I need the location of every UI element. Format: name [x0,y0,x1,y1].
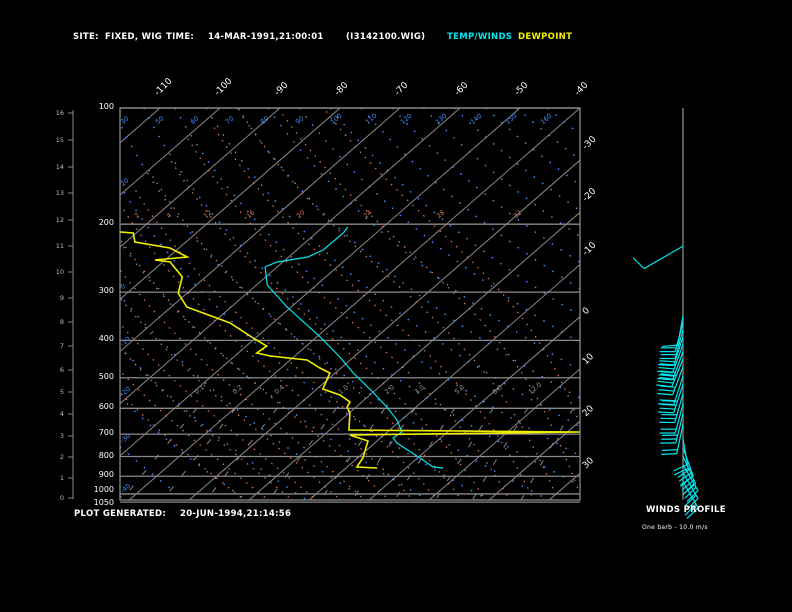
moist-adiabat-line [120,237,390,500]
dry-adiabat-line [0,108,6,502]
isotherm-line [428,368,580,500]
height-tick-label: 12 [55,216,64,224]
winds-profile-title: WINDS PROFILE [646,505,726,515]
wind-barb [658,411,674,414]
moist-adiabat-line [132,186,438,500]
wind-barb [657,392,673,396]
height-tick-label: 5 [59,388,64,396]
moist-adiabat-line [211,123,535,500]
wind-barb [632,257,645,270]
plot-generated-value: 20-JUN-1994,21:14:56 [180,509,292,519]
height-tick-label: 11 [55,242,64,250]
dry-adiabat-line [610,108,792,502]
isotherm-line [120,108,221,196]
skewt-window: SITE: FIXED, WIG TIME: 14-MAR-1991,21:00… [0,0,792,612]
isotherm-line [607,108,792,502]
height-tick-label: 7 [59,342,64,350]
wind-barb-shaft [643,245,684,270]
wind-barb [660,403,677,406]
isotherm-line [667,108,792,502]
wind-barb [661,453,677,456]
pressure-tick-label: 1000 [93,484,114,494]
dry-adiabat-line [329,108,580,317]
pressure-tick-label: 500 [98,371,114,381]
height-tick-label: 1 [59,474,64,482]
dry-adiabat-line [120,121,551,500]
pressure-tick-label: 400 [98,334,114,344]
height-tick-label: 2 [59,453,64,461]
height-tick-label: 0 [59,494,64,502]
barb-scale-note: One barb - 10.0 m/s [642,524,708,531]
mixing-ratio-line [471,408,529,500]
pressure-tick-label: 300 [98,286,114,296]
dry-adiabat-line [236,108,580,400]
dry-adiabat-line [360,108,580,290]
wind-barb [658,366,675,370]
isotherm-line [128,108,580,500]
isotherm-line [120,108,161,144]
isotherm-line [0,108,40,502]
wind-barb [659,407,675,410]
isotherm-line [248,211,580,500]
pressure-tick-label: 700 [98,428,114,438]
dry-adiabat-line [298,108,580,344]
dry-adiabat-line [267,108,580,372]
dry-adiabat-line [391,108,580,264]
wind-barb [659,385,676,388]
wind-barb [662,344,678,348]
wind-barb [657,380,674,384]
isotherm-line [120,108,461,405]
dry-adiabat-line [485,108,580,186]
isotherm-line [727,108,792,502]
wind-barb [662,449,678,452]
pressure-tick-label: 200 [98,218,114,228]
dry-adiabat-line [672,108,792,502]
dry-adiabat-line [120,345,308,500]
isotherm-line [488,420,580,500]
dry-adiabat-line [453,108,580,212]
pressure-tick-label: 600 [98,402,114,412]
wind-barb [658,389,675,392]
pressure-tick-label: 900 [98,470,114,480]
pressure-tick-label: 800 [98,450,114,460]
dry-adiabat-line [120,445,187,500]
temperature-line [264,226,444,469]
moist-adiabat-line [277,108,580,497]
dry-adiabat-line [578,108,580,110]
dry-adiabat-line [143,108,580,487]
moist-adiabat-line [323,108,580,426]
moist-adiabat-line [148,169,462,500]
wind-barb [661,400,678,403]
dry-adiabat-line [422,108,580,238]
height-tick-label: 15 [55,136,64,144]
height-tick-label: 14 [55,163,64,171]
mixing-ratio-line [319,408,386,500]
height-tick-label: 3 [59,432,64,440]
dewpoint-line [120,231,580,469]
wind-barb [659,360,675,363]
moist-adiabat-line [120,296,342,500]
plot-border [119,107,581,501]
moist-adiabat-line [187,138,511,500]
mixing-ratio-line [162,407,237,500]
height-axis [68,110,74,499]
height-tick-label: 13 [55,189,64,197]
height-tick-label: 16 [55,109,64,117]
height-tick-label: 9 [59,294,64,302]
height-tick-label: 10 [55,268,64,276]
height-tick-label: 8 [59,318,64,326]
height-tick-label: 6 [59,366,64,374]
plot-frame [119,107,581,503]
dry-adiabat-line [516,108,580,161]
isotherm-line [120,108,281,248]
moist-adiabat-line [237,108,559,500]
pressure-tick-label: 100 [98,102,114,111]
wind-barb-shaft [682,447,694,477]
dry-adiabat-line [120,184,490,500]
plot-generated-label: PLOT GENERATED: [74,509,167,519]
height-tick-label: 4 [59,410,64,418]
isotherm-line [188,159,580,500]
winds-profile [632,108,699,520]
pressure-tick-label: 1050 [93,498,114,508]
